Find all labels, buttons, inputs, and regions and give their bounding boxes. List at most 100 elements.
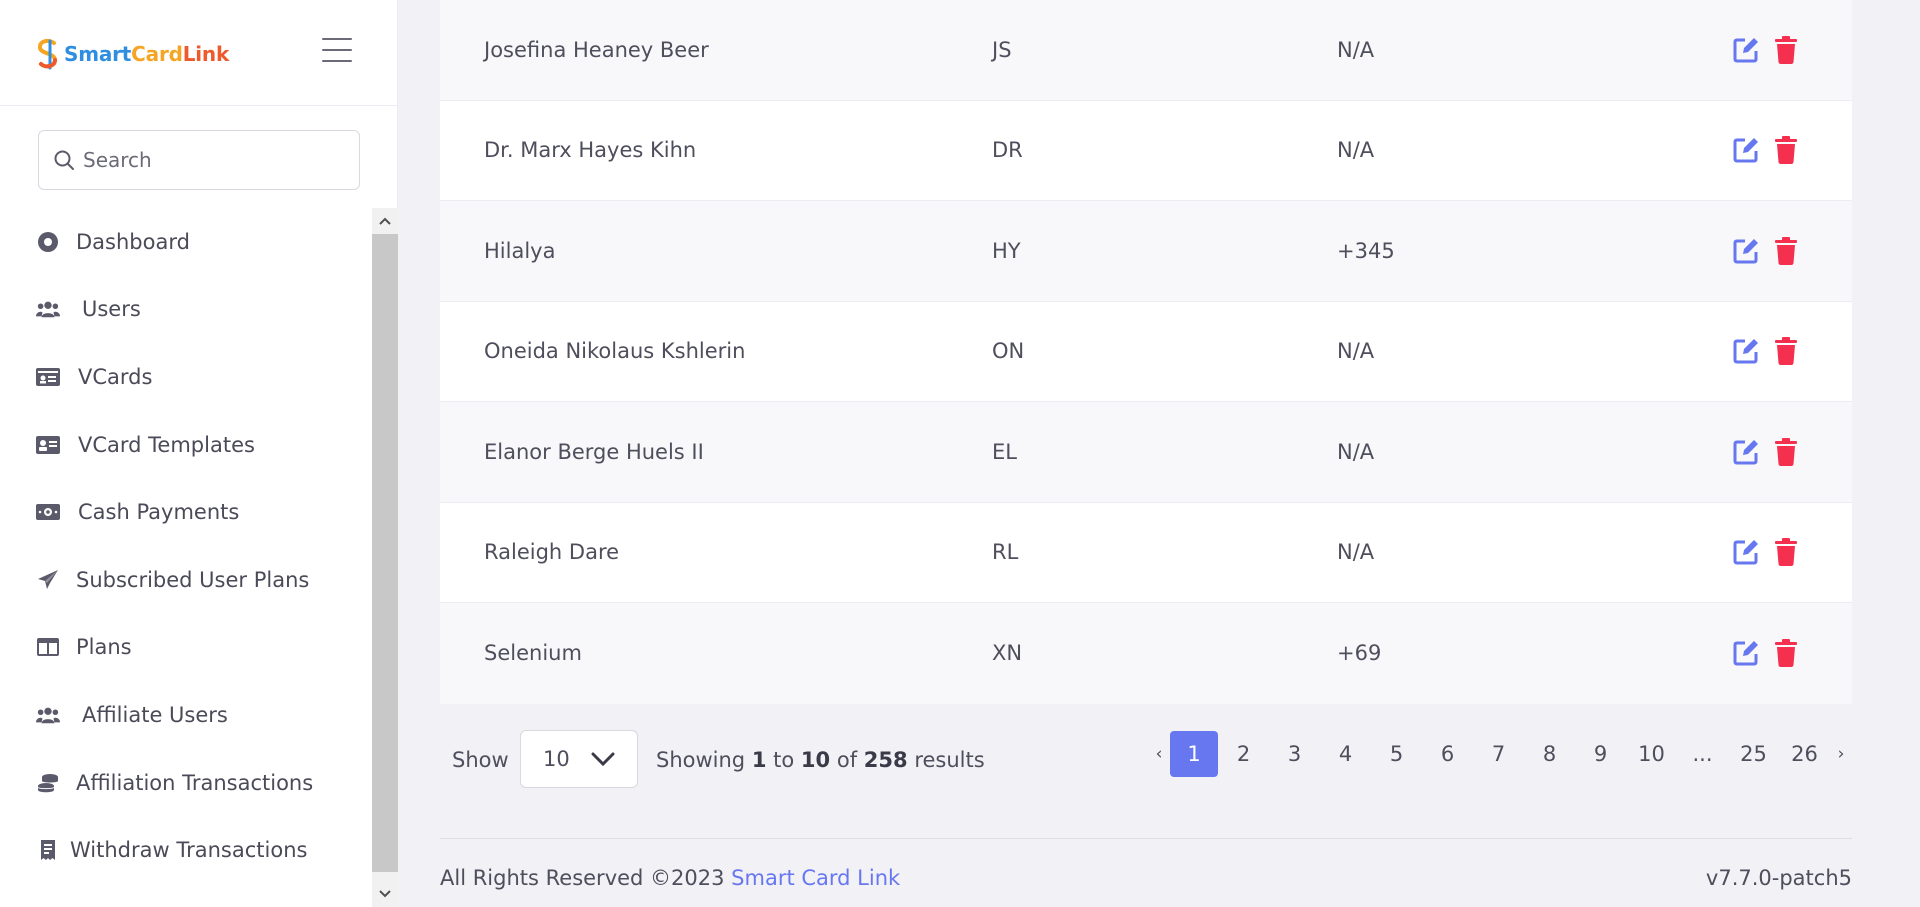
page-button[interactable]: 6 xyxy=(1422,731,1473,777)
page-size-select[interactable]: 10 xyxy=(520,730,638,788)
sidebar-item-withdraw-transactions[interactable]: Withdraw Transactions xyxy=(0,816,372,884)
users-table: Josefina Heaney Beer JS N/A Dr. Marx Hay… xyxy=(440,0,1852,704)
row-actions xyxy=(1732,639,1798,668)
hamburger-line xyxy=(322,60,352,62)
id-card-icon xyxy=(36,433,60,457)
row-name: Dr. Marx Hayes Kihn xyxy=(484,138,697,163)
page-button[interactable]: 5 xyxy=(1371,731,1422,777)
brand-header: SmartCardLink xyxy=(0,0,397,106)
money-icon xyxy=(36,500,60,524)
edit-icon[interactable] xyxy=(1732,36,1760,64)
page-button[interactable]: 10 xyxy=(1626,731,1677,777)
logo[interactable]: SmartCardLink xyxy=(36,38,229,70)
page-size-value: 10 xyxy=(543,747,570,771)
page-button[interactable]: 2 xyxy=(1218,731,1269,777)
sidebar-item-label: Subscribed User Plans xyxy=(76,567,310,592)
row-phone: N/A xyxy=(1337,439,1375,464)
edit-icon[interactable] xyxy=(1732,438,1760,466)
row-name: Josefina Heaney Beer xyxy=(484,37,709,62)
scroll-up-button[interactable] xyxy=(372,208,398,234)
coins-icon xyxy=(36,771,60,795)
row-actions xyxy=(1732,538,1798,567)
sidebar-item-affiliate-users[interactable]: Affiliate Users xyxy=(0,681,372,749)
next-page-button[interactable]: › xyxy=(1830,731,1852,777)
chevron-up-icon xyxy=(379,217,391,225)
page-button[interactable]: 25 xyxy=(1728,731,1779,777)
scroll-down-button[interactable] xyxy=(372,881,398,907)
row-code: RL xyxy=(992,540,1019,565)
sidebar-item-label: VCards xyxy=(78,364,153,389)
summary-to-word: to xyxy=(773,748,795,772)
table-row: Raleigh Dare RL N/A xyxy=(440,503,1852,603)
edit-icon[interactable] xyxy=(1732,237,1760,265)
sidebar-scrollbar[interactable] xyxy=(372,208,398,907)
row-actions xyxy=(1732,337,1798,366)
chevron-down-icon xyxy=(379,890,391,898)
prev-page-button[interactable]: ‹ xyxy=(1148,731,1170,777)
row-name: Oneida Nikolaus Kshlerin xyxy=(484,339,746,364)
delete-icon[interactable] xyxy=(1774,236,1798,265)
show-label: Show xyxy=(452,748,509,772)
search-input[interactable] xyxy=(83,148,343,172)
vcard-icon xyxy=(36,365,60,389)
edit-icon[interactable] xyxy=(1732,538,1760,566)
hamburger-line xyxy=(322,38,352,40)
page-button[interactable]: 8 xyxy=(1524,731,1575,777)
table-row: Selenium XN +69 xyxy=(440,603,1852,704)
row-code: EL xyxy=(992,439,1017,464)
delete-icon[interactable] xyxy=(1774,639,1798,668)
row-name: Hilalya xyxy=(484,238,556,263)
receipt-icon xyxy=(36,838,60,862)
page-button[interactable]: 1 xyxy=(1170,731,1218,777)
edit-icon[interactable] xyxy=(1732,136,1760,164)
delete-icon[interactable] xyxy=(1774,437,1798,466)
page-button[interactable]: 4 xyxy=(1320,731,1371,777)
row-name: Elanor Berge Huels II xyxy=(484,439,704,464)
sidebar-item-label: Users xyxy=(82,297,141,322)
logo-mark-icon xyxy=(37,38,58,70)
sidebar-item-vcard-templates[interactable]: VCard Templates xyxy=(0,411,372,479)
summary-results-word: results xyxy=(914,748,985,772)
page-button[interactable]: 3 xyxy=(1269,731,1320,777)
logo-text-link: Link xyxy=(182,42,230,66)
sidebar: SmartCardLink Dashboard Users xyxy=(0,0,398,907)
table-row: Dr. Marx Hayes Kihn DR N/A xyxy=(440,101,1852,201)
delete-icon[interactable] xyxy=(1774,35,1798,64)
sidebar-item-vcards[interactable]: VCards xyxy=(0,343,372,411)
footer-brand-link[interactable]: Smart Card Link xyxy=(731,866,900,890)
logo-text-smart: Smart xyxy=(64,42,132,66)
delete-icon[interactable] xyxy=(1774,538,1798,567)
users-icon xyxy=(36,703,60,727)
sidebar-item-label: Plans xyxy=(76,635,132,660)
row-phone: N/A xyxy=(1337,540,1375,565)
logo-text-card: Card xyxy=(131,42,183,66)
delete-icon[interactable] xyxy=(1774,136,1798,165)
row-code: HY xyxy=(992,238,1021,263)
row-phone: +345 xyxy=(1337,238,1395,263)
dashboard-icon xyxy=(36,230,60,254)
table-row: Oneida Nikolaus Kshlerin ON N/A xyxy=(440,302,1852,402)
row-code: XN xyxy=(992,641,1023,666)
row-phone: N/A xyxy=(1337,37,1375,62)
sidebar-item-affiliation-transactions[interactable]: Affiliation Transactions xyxy=(0,749,372,817)
edit-icon[interactable] xyxy=(1732,337,1760,365)
page-button[interactable]: 7 xyxy=(1473,731,1524,777)
sidebar-item-label: Affiliation Transactions xyxy=(76,770,314,795)
sidebar-item-plans[interactable]: Plans xyxy=(0,614,372,682)
chevron-down-icon xyxy=(591,752,615,767)
sidebar-item-subscribed-user-plans[interactable]: Subscribed User Plans xyxy=(0,546,372,614)
sidebar-item-cash-payments[interactable]: Cash Payments xyxy=(0,478,372,546)
sidebar-item-label: Dashboard xyxy=(76,229,190,254)
table-row: Josefina Heaney Beer JS N/A xyxy=(440,0,1852,101)
sidebar-item-users[interactable]: Users xyxy=(0,276,372,344)
delete-icon[interactable] xyxy=(1774,337,1798,366)
scroll-thumb[interactable] xyxy=(372,234,398,872)
results-summary: Showing 1 to 10 of 258 results xyxy=(656,748,985,772)
logo-text: SmartCardLink xyxy=(64,42,229,66)
menu-toggle-button[interactable] xyxy=(322,38,352,66)
edit-icon[interactable] xyxy=(1732,639,1760,667)
page-button[interactable]: 9 xyxy=(1575,731,1626,777)
page-button[interactable]: 26 xyxy=(1779,731,1830,777)
row-actions xyxy=(1732,35,1798,64)
sidebar-item-dashboard[interactable]: Dashboard xyxy=(0,208,372,276)
